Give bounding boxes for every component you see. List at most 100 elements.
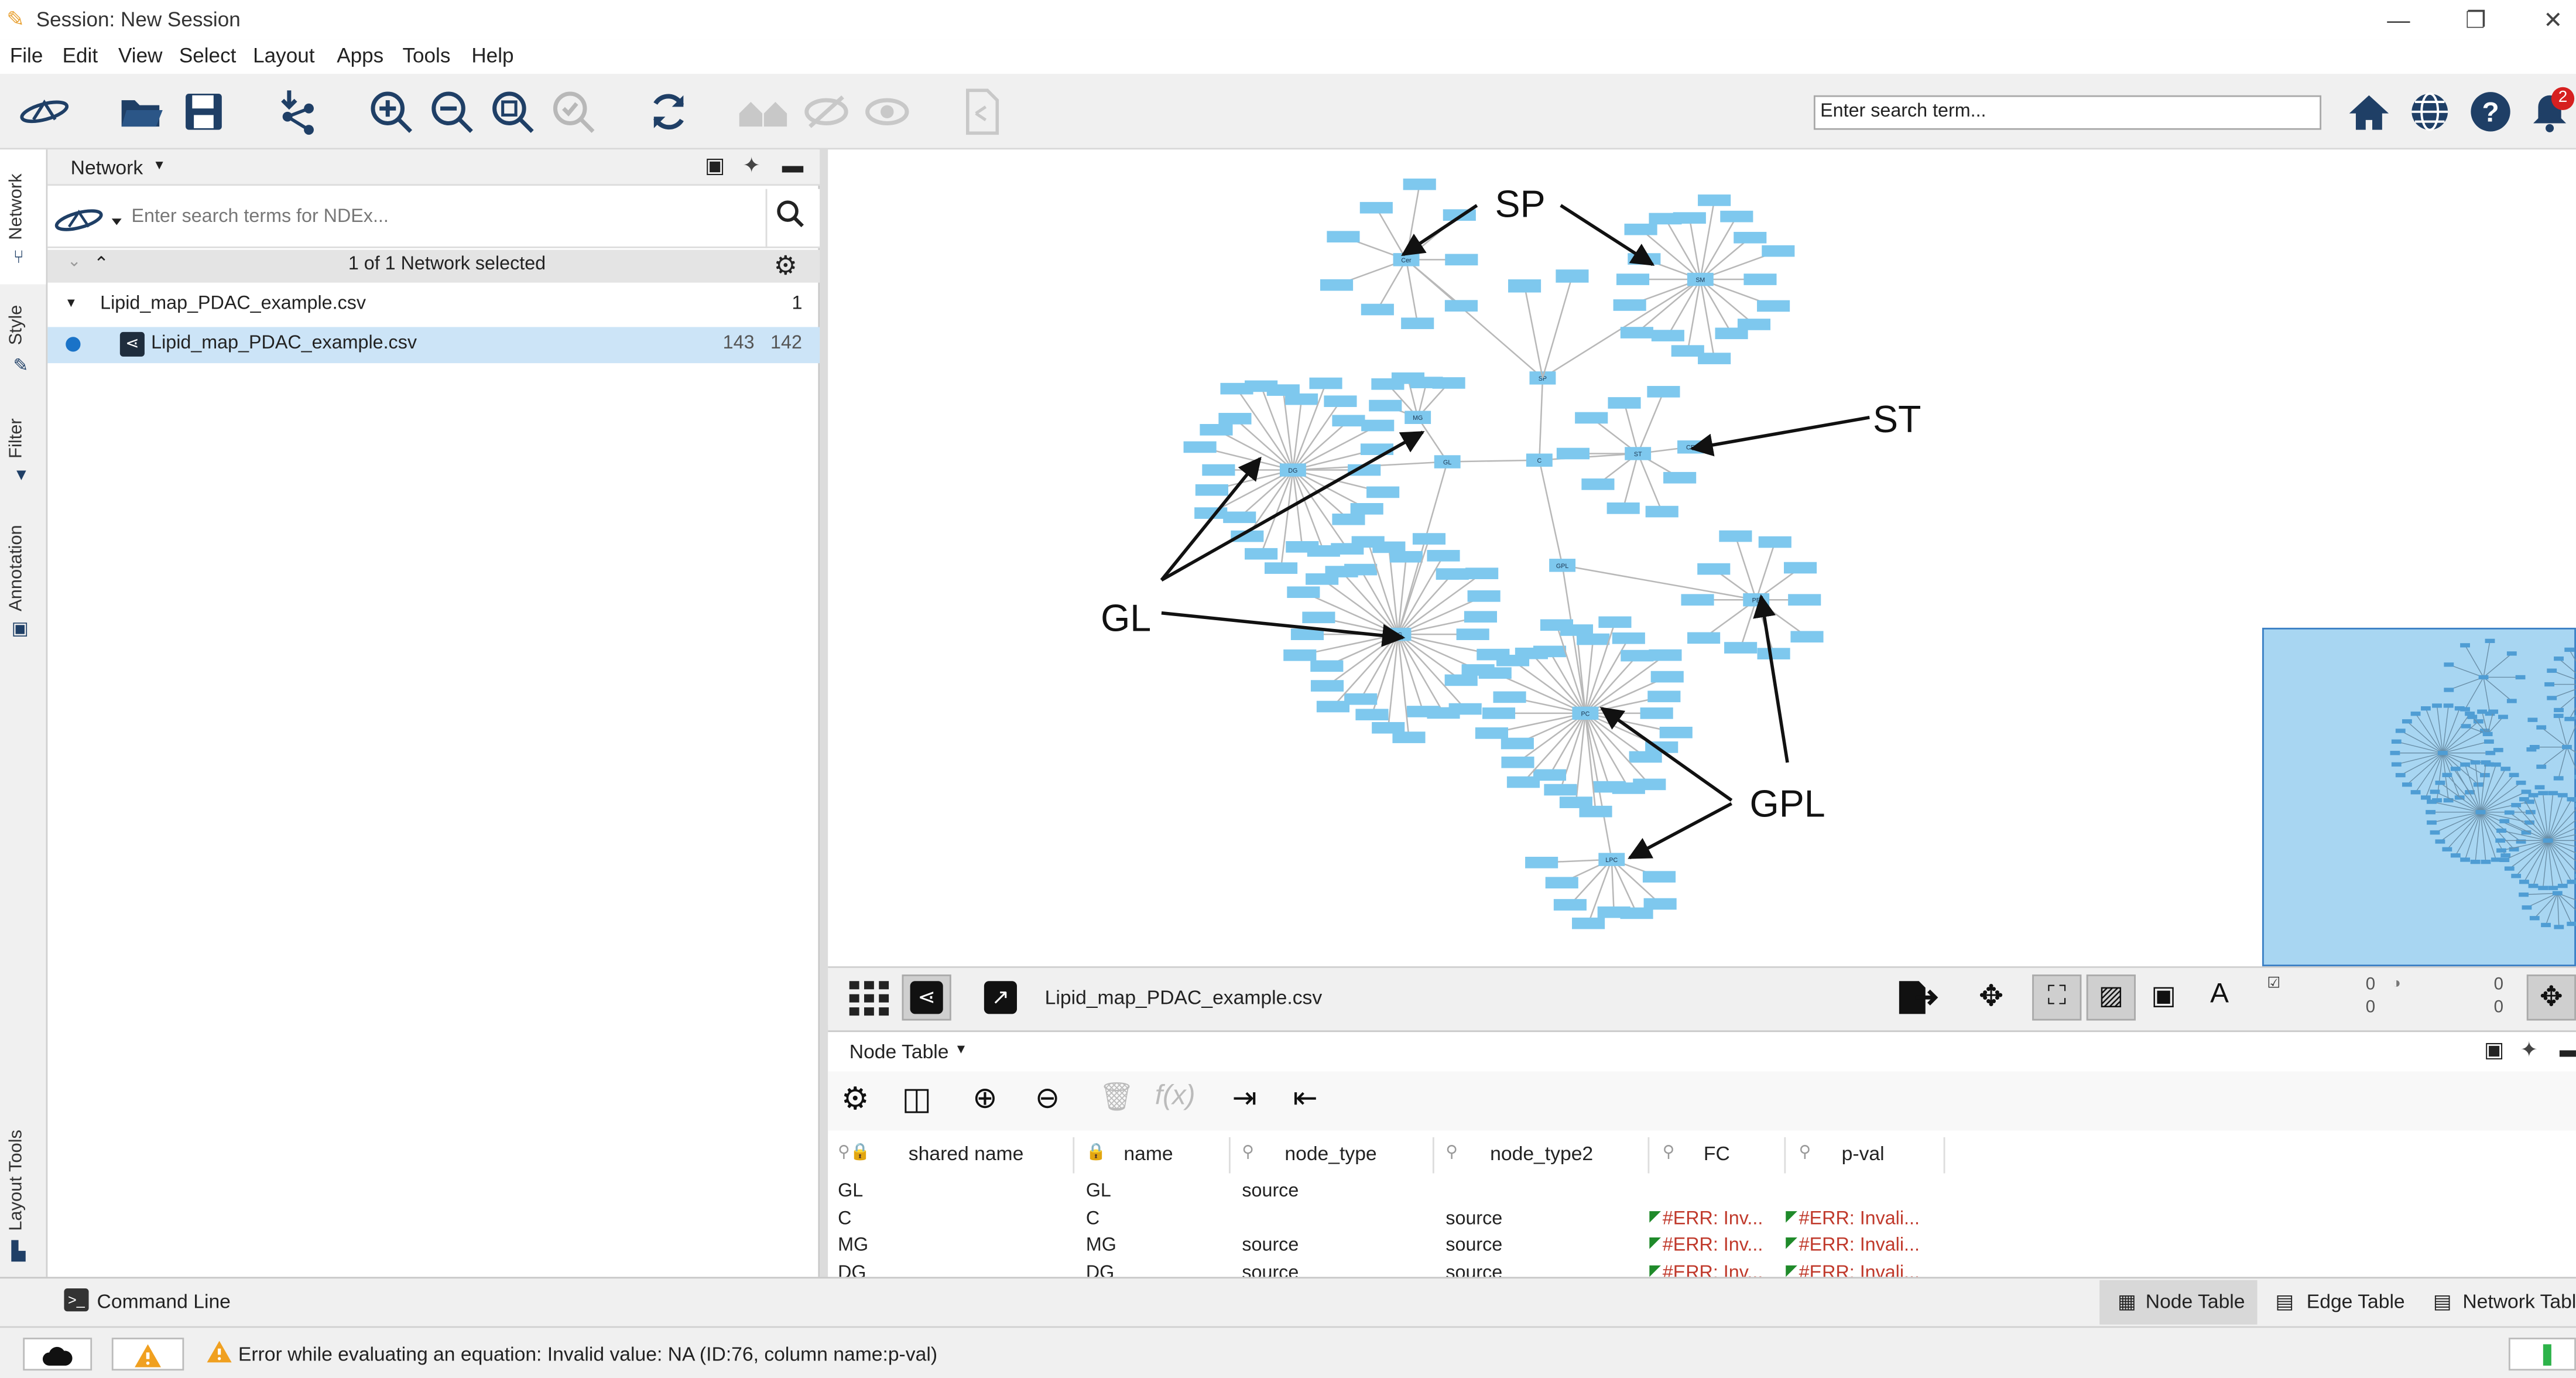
table-cell[interactable]: #ERR: Invali... xyxy=(1799,1236,1920,1256)
network-edge[interactable] xyxy=(1376,259,1407,310)
network-node[interactable] xyxy=(1533,645,1567,658)
network-node[interactable] xyxy=(1324,395,1357,407)
network-node[interactable] xyxy=(1283,649,1317,661)
annotation-arrow[interactable] xyxy=(1628,802,1732,860)
network-node[interactable] xyxy=(1642,871,1676,883)
network-node[interactable] xyxy=(1427,550,1460,562)
collection-expand-chevron-icon[interactable]: ▾ xyxy=(67,294,75,312)
network-node[interactable] xyxy=(1464,611,1497,623)
network-node[interactable] xyxy=(1286,541,1319,553)
network-edge[interactable] xyxy=(1341,571,1399,635)
network-node[interactable] xyxy=(1758,536,1791,548)
table-panel-title[interactable]: Node Table xyxy=(849,1040,949,1063)
command-line-icon[interactable]: >_ xyxy=(64,1288,89,1312)
network-node[interactable] xyxy=(1264,562,1298,574)
network-node[interactable] xyxy=(1698,194,1731,206)
cloud-status-button[interactable] xyxy=(23,1338,93,1371)
expand-all-icon[interactable]: ⌄ xyxy=(67,253,81,271)
table-cell[interactable]: C xyxy=(838,1209,851,1229)
edge-table-tab[interactable]: Edge Table xyxy=(2307,1280,2405,1323)
network-node[interactable] xyxy=(1412,533,1446,545)
minimize-button[interactable]: — xyxy=(2366,4,2431,36)
network-node[interactable] xyxy=(1359,201,1393,214)
network-node[interactable] xyxy=(1327,231,1360,243)
network-edge[interactable] xyxy=(1637,391,1664,454)
graphics-detail-icon[interactable]: ▨ xyxy=(2086,974,2136,1021)
table-cell[interactable]: DG xyxy=(1086,1263,1114,1277)
network-node[interactable] xyxy=(1195,484,1228,496)
network-view-icon[interactable]: ⋖ xyxy=(902,974,951,1021)
network-node[interactable] xyxy=(1720,210,1753,223)
network-node[interactable] xyxy=(1671,345,1704,357)
network-node[interactable] xyxy=(1501,756,1534,768)
export-table-icon[interactable]: ⇤ xyxy=(1293,1081,1317,1116)
network-node[interactable] xyxy=(1467,590,1501,602)
network-node[interactable] xyxy=(1724,642,1758,654)
table-cell[interactable]: source xyxy=(1445,1209,1502,1229)
menu-tools[interactable]: Tools xyxy=(402,45,450,67)
refresh-icon[interactable] xyxy=(642,86,695,138)
network-node[interactable] xyxy=(1620,327,1653,338)
network-node[interactable] xyxy=(1406,706,1440,717)
network-node[interactable] xyxy=(1475,727,1508,739)
network-node[interactable] xyxy=(1645,505,1678,518)
table-pin-icon[interactable]: ✦ xyxy=(2520,1037,2539,1064)
network-node[interactable] xyxy=(1478,667,1512,679)
network-node[interactable] xyxy=(1559,796,1592,808)
network-node[interactable] xyxy=(1332,415,1365,427)
side-tab-filter[interactable]: Filter xyxy=(6,418,26,459)
table-cell[interactable]: GL xyxy=(1086,1182,1111,1202)
network-edge[interactable] xyxy=(1406,259,1462,307)
annotation-label-st[interactable]: ST xyxy=(1873,398,1921,442)
network-node[interactable] xyxy=(1223,511,1256,524)
network-node[interactable] xyxy=(1444,674,1478,686)
grid-view-icon[interactable] xyxy=(848,978,890,1017)
network-node[interactable] xyxy=(1673,212,1706,224)
col-header-fc[interactable]: FC xyxy=(1704,1137,1730,1174)
pin-icon[interactable]: ✦ xyxy=(742,153,761,179)
collection-name[interactable]: Lipid_map_PDAC_example.csv xyxy=(100,294,366,314)
network-node[interactable] xyxy=(1316,700,1349,713)
network-node[interactable] xyxy=(1200,423,1233,436)
table-cell[interactable]: #ERR: Inv... xyxy=(1663,1236,1763,1256)
network-node[interactable] xyxy=(1493,691,1526,703)
network-node[interactable] xyxy=(1366,486,1400,498)
network-node[interactable] xyxy=(1361,303,1394,316)
network-node[interactable] xyxy=(1734,231,1767,244)
network-edge[interactable] xyxy=(1755,542,1776,600)
network-node[interactable] xyxy=(1697,563,1731,575)
add-column-icon[interactable]: ⊕ xyxy=(972,1081,997,1116)
close-button[interactable]: ✕ xyxy=(2520,4,2576,36)
annotation-select-icon[interactable]: ▣ xyxy=(2146,979,2182,1015)
menu-file[interactable]: File xyxy=(10,45,43,67)
network-node[interactable] xyxy=(1613,299,1646,311)
table-cell[interactable]: source xyxy=(1445,1263,1502,1277)
side-tab-layout-tools[interactable]: Layout Tools xyxy=(6,1130,26,1231)
network-node[interactable] xyxy=(1651,330,1684,341)
network-node[interactable] xyxy=(1310,680,1344,692)
network-edge[interactable] xyxy=(1584,713,1650,785)
table-cell[interactable]: source xyxy=(1445,1236,1502,1256)
network-edge[interactable] xyxy=(1611,859,1615,912)
table-row[interactable]: GL GL source xyxy=(828,1182,2576,1208)
network-node[interactable] xyxy=(1501,737,1534,750)
fit-content-icon[interactable]: ✥ xyxy=(1973,979,2009,1015)
network-node[interactable] xyxy=(1389,550,1423,563)
globe-icon[interactable] xyxy=(2403,86,2456,138)
network-node[interactable] xyxy=(1647,386,1680,398)
network-node[interactable] xyxy=(1783,562,1817,574)
zoom-in-icon[interactable] xyxy=(365,86,417,138)
network-node[interactable] xyxy=(1310,660,1344,672)
network-edge[interactable] xyxy=(1375,207,1407,260)
annotation-arrow[interactable] xyxy=(1753,594,1789,763)
network-node[interactable] xyxy=(1436,568,1469,580)
col-header-shared-name[interactable]: shared name xyxy=(909,1137,1024,1174)
network-node[interactable] xyxy=(1287,586,1320,599)
table-cell[interactable]: DG xyxy=(838,1263,866,1277)
network-node[interactable] xyxy=(1757,648,1790,659)
annotation-label-gl[interactable]: GL xyxy=(1101,597,1151,641)
network-node[interactable] xyxy=(1572,917,1605,929)
network-edge[interactable] xyxy=(1417,417,1448,463)
network-node[interactable] xyxy=(1302,611,1335,624)
float-panel-icon[interactable]: ▣ xyxy=(705,153,725,179)
